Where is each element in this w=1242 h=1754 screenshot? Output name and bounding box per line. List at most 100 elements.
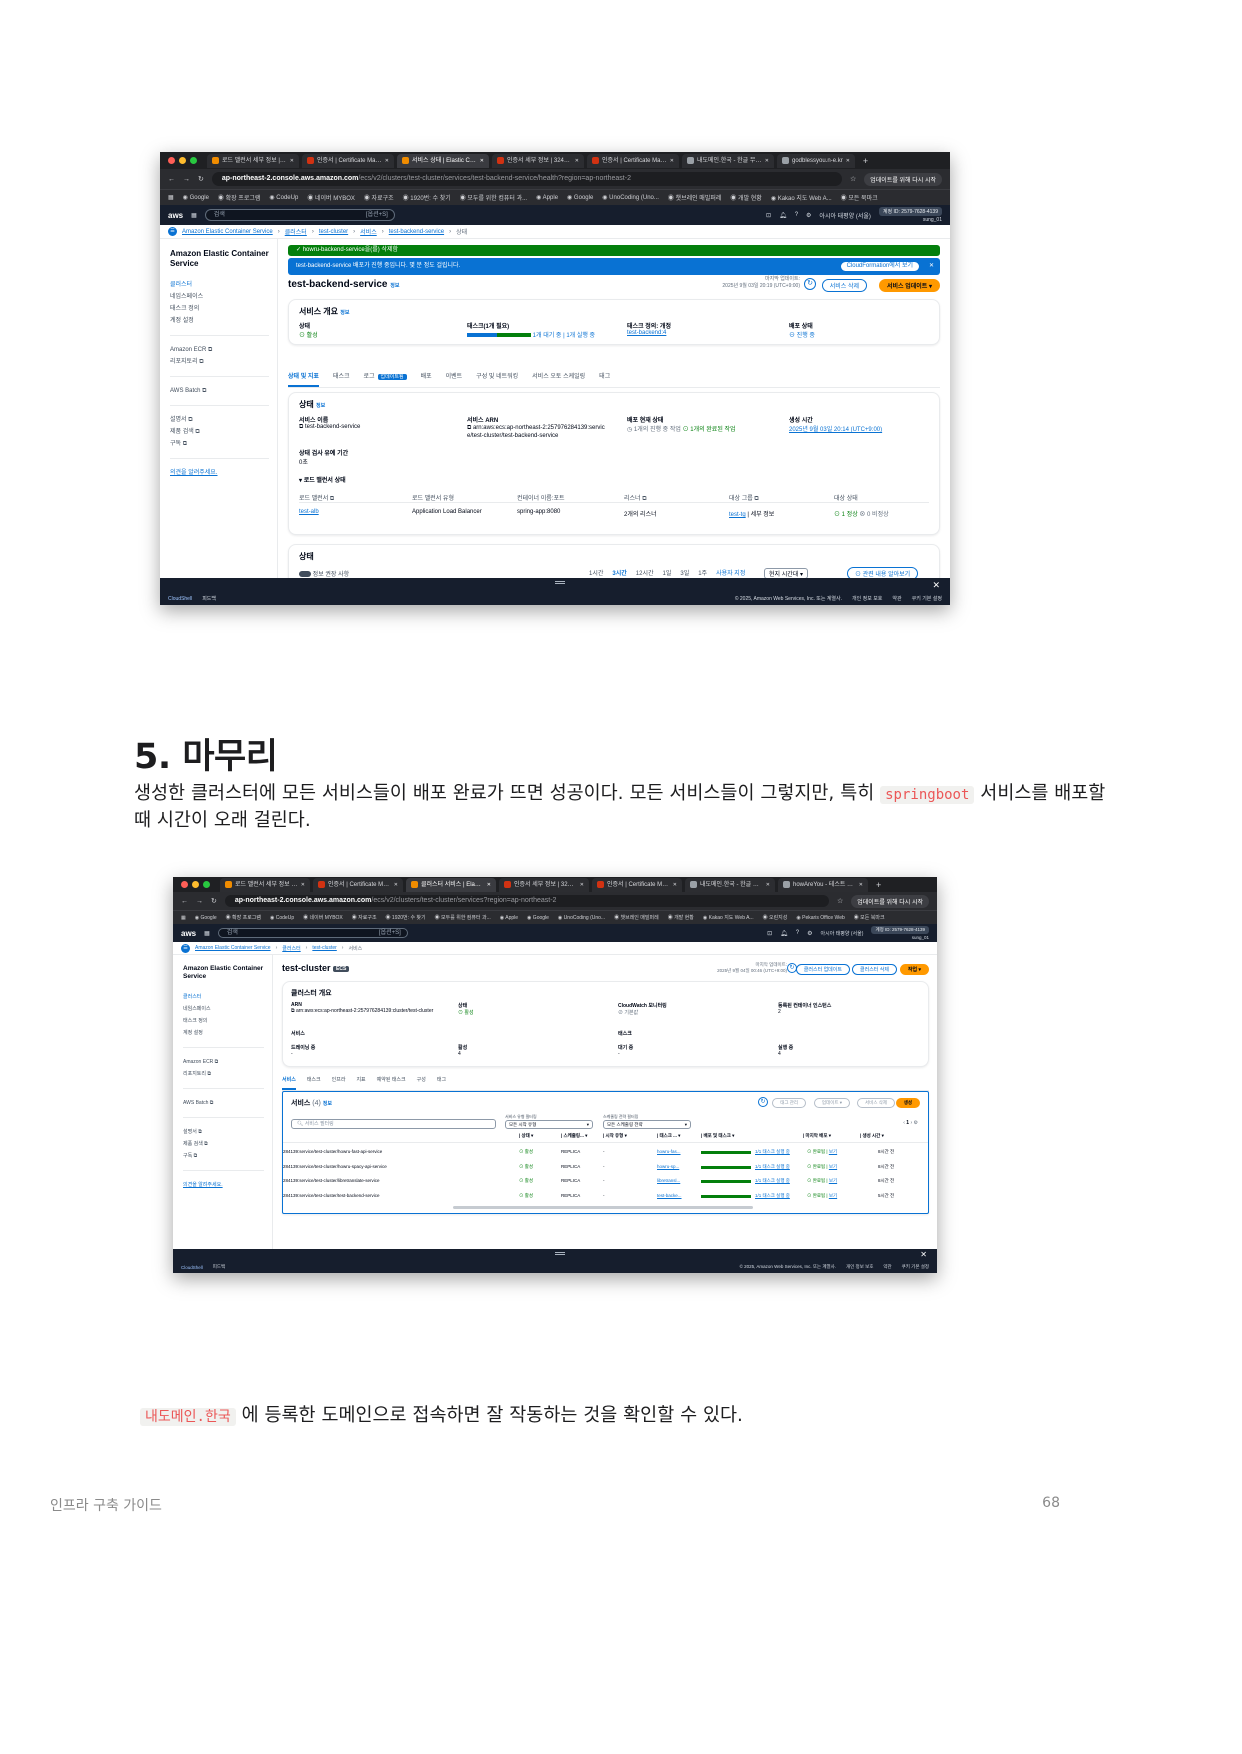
browser-tab[interactable]: 내도메인.한국 - 한글 무료 도 ✕ — [682, 153, 774, 168]
close-icon[interactable]: ✕ — [920, 1250, 927, 1259]
window-controls[interactable] — [181, 881, 210, 888]
tab-close-icon[interactable]: ✕ — [385, 154, 389, 168]
close-icon[interactable]: ✕ — [932, 580, 940, 591]
table-row[interactable]: 284139:service/test-cluster/howru-fast-a… — [283, 1146, 928, 1158]
star-icon[interactable]: ☆ — [837, 897, 843, 905]
sidebar-item[interactable]: AWS Batch ⧉ — [183, 1097, 272, 1109]
tab-6[interactable]: 태그 — [437, 1076, 446, 1090]
deployment-view-link[interactable]: 보기 — [829, 1149, 837, 1154]
time-range-option[interactable]: 12시간 — [636, 568, 654, 577]
pagination[interactable]: ‹ 1 › ⚙ — [903, 1120, 918, 1126]
sidebar-item[interactable]: 리포지토리 ⧉ — [183, 1068, 272, 1080]
sidebar-item[interactable]: 클러스터 — [170, 279, 277, 291]
browser-tab[interactable]: 서비스 상태 | Elastic Conta ✕ — [397, 153, 489, 168]
time-range-option[interactable]: 3일 — [680, 568, 689, 577]
tab-close-icon[interactable]: ✕ — [766, 878, 770, 892]
bookmark-item[interactable]: ◉ 자료구조 — [352, 914, 377, 921]
services-grid-icon[interactable]: ▦ — [191, 212, 197, 219]
update-button[interactable]: 업데이트 ▾ — [813, 1098, 850, 1108]
update-cluster-button[interactable]: 클러스터 업데이트 — [795, 964, 850, 975]
gear-icon[interactable]: ⚙ — [806, 212, 811, 219]
update-browser-button[interactable]: 업데이트를 위해 다시 시작 — [864, 172, 942, 186]
forward-icon[interactable]: → — [183, 176, 190, 183]
tab-4[interactable]: 예약된 태스크 — [377, 1076, 406, 1090]
tab-1[interactable]: 태스크 — [333, 371, 350, 387]
table-row[interactable]: 284139:service/test-cluster/test-backend… — [283, 1190, 928, 1202]
bookmark-item[interactable]: ◉ Google — [527, 915, 549, 921]
service-taskdef-link[interactable]: howru-fas... — [657, 1146, 681, 1158]
tab-2[interactable]: 인프라 — [332, 1076, 346, 1090]
time-range-option[interactable]: 1주 — [698, 568, 707, 577]
tab-2[interactable]: 로그 업데이트됨 — [364, 371, 407, 387]
target-group-details[interactable]: | 세부 정보 — [746, 512, 774, 518]
aws-search-input[interactable]: 검색 [옵션+S] — [204, 209, 395, 221]
close-icon[interactable]: ✕ — [929, 258, 934, 275]
url-field[interactable]: ap-northeast-2.console.aws.amazon.com/ec… — [211, 172, 842, 186]
help-icon[interactable]: ? — [796, 930, 799, 936]
bookmark-item[interactable]: ◉ 확장 프로그램 — [226, 914, 261, 921]
feedback-link[interactable]: 의견을 알려주세요. — [183, 1179, 272, 1191]
region-selector[interactable]: 아시아 태평양 (서울) — [821, 930, 864, 937]
tab-close-icon[interactable]: ✕ — [580, 878, 584, 892]
sidebar-item[interactable]: 계정 설정 — [170, 315, 277, 327]
service-tasks-link[interactable]: 1/1 태스크 실행 중 — [755, 1161, 790, 1173]
browser-tab[interactable]: 인증서 세부 정보 | 324448 ✕ — [492, 153, 584, 168]
tab-close-icon[interactable]: ✕ — [487, 878, 491, 892]
time-range-option[interactable]: 사용자 지정 — [716, 568, 745, 577]
tab-close-icon[interactable]: ✕ — [575, 154, 579, 168]
tab-5[interactable]: 구성 및 네트워킹 — [476, 371, 518, 387]
sidebar-item[interactable]: 구독 ⧉ — [170, 438, 277, 450]
browser-tab[interactable]: 로드 밸런서 세부 정보 | EC2 | ap✕ — [220, 877, 310, 892]
cloudformation-button[interactable]: CloudFormation에서 보기 — [839, 261, 920, 272]
sidebar-item[interactable]: Amazon ECR ⧉ — [170, 344, 277, 356]
back-icon[interactable]: ← — [181, 898, 188, 905]
services-column-header[interactable]: | 상태 ▾ — [519, 1133, 533, 1139]
sidebar-item[interactable]: 계정 설정 — [183, 1027, 272, 1039]
bookmark-item[interactable]: ◉ 모든 북마크 — [841, 193, 878, 202]
bookmark-item[interactable]: ◉ Google — [183, 194, 209, 201]
target-group-link[interactable]: test-tg — [729, 512, 746, 518]
tab-6[interactable]: 서비스 오토 스케일링 — [532, 371, 585, 387]
browser-tab[interactable]: 로드 밸런서 세부 정보 | EC2 ✕ — [207, 153, 299, 168]
cookie-link[interactable]: 쿠키 기본 설정 — [902, 1264, 929, 1270]
tab-0[interactable]: 상태 및 지표 — [288, 371, 319, 387]
resize-handle[interactable] — [555, 581, 565, 584]
reload-icon[interactable]: ↻ — [211, 897, 217, 905]
sidebar-item[interactable]: 네임스페이스 — [170, 291, 277, 303]
privacy-link[interactable]: 개인 정보 보호 — [846, 1264, 873, 1270]
time-range-option[interactable]: 1일 — [663, 568, 672, 577]
bookmark-item[interactable]: ◉ Pekaris Office Web — [796, 915, 844, 921]
deployment-view-link[interactable]: 보기 — [829, 1193, 837, 1198]
bookmark-item[interactable]: ◉ CodeUp — [269, 194, 298, 201]
cloudshell-link[interactable]: CloudShell — [181, 1265, 203, 1270]
breadcrumb-link[interactable]: Amazon Elastic Container Service — [182, 229, 273, 235]
bookmark-item[interactable]: ◉ Apple — [536, 194, 558, 201]
feedback-link[interactable]: 의견을 알려주세요. — [170, 467, 277, 479]
sidebar-item[interactable]: 구독 ⧉ — [183, 1150, 272, 1162]
breadcrumb-link[interactable]: test-cluster — [319, 229, 348, 235]
tab-3[interactable]: 지표 — [356, 1076, 365, 1090]
sidebar-item[interactable]: 네임스페이스 — [183, 1003, 272, 1015]
aws-logo[interactable]: aws — [181, 929, 196, 938]
browser-tab[interactable]: howAreYou - 테스트 페이지✕ — [778, 877, 868, 892]
horizontal-scrollbar[interactable] — [453, 1206, 753, 1209]
bookmark-item[interactable]: ◉ Google — [567, 194, 593, 201]
cloudshell-link[interactable]: CloudShell — [168, 596, 192, 602]
forward-icon[interactable]: → — [196, 898, 203, 905]
service-taskdef-link[interactable]: howru-sp... — [657, 1161, 679, 1173]
tab-close-icon[interactable]: ✕ — [394, 878, 398, 892]
table-row[interactable]: 284139:service/test-cluster/howru-spacy-… — [283, 1161, 928, 1173]
toggle[interactable] — [299, 571, 311, 578]
apps-grid-icon[interactable]: ▦ — [168, 194, 174, 201]
refresh-icon[interactable]: ↻ — [804, 278, 816, 290]
browser-tab[interactable]: 인증서 | Certificate Manager✕ — [313, 877, 403, 892]
browser-tab[interactable]: 클러스터 서비스 | Elastic Contai✕ — [406, 877, 496, 892]
tab-7[interactable]: 태그 — [599, 371, 610, 387]
bookmark-item[interactable]: ◉ 1920번: 수 찾기 — [386, 914, 426, 921]
aws-search-input[interactable]: 검색 [옵션+S] — [217, 928, 408, 938]
actions-button[interactable]: 작업 ▾ — [899, 964, 929, 975]
browser-tab[interactable]: 내도메인.한국 - 한글 무료 도메인✕ — [685, 877, 775, 892]
breadcrumb-link[interactable]: 클러스터 — [285, 227, 307, 236]
reload-icon[interactable]: ↻ — [198, 175, 204, 183]
bookmark-item[interactable]: ◉ 개발 현황 — [730, 193, 761, 202]
